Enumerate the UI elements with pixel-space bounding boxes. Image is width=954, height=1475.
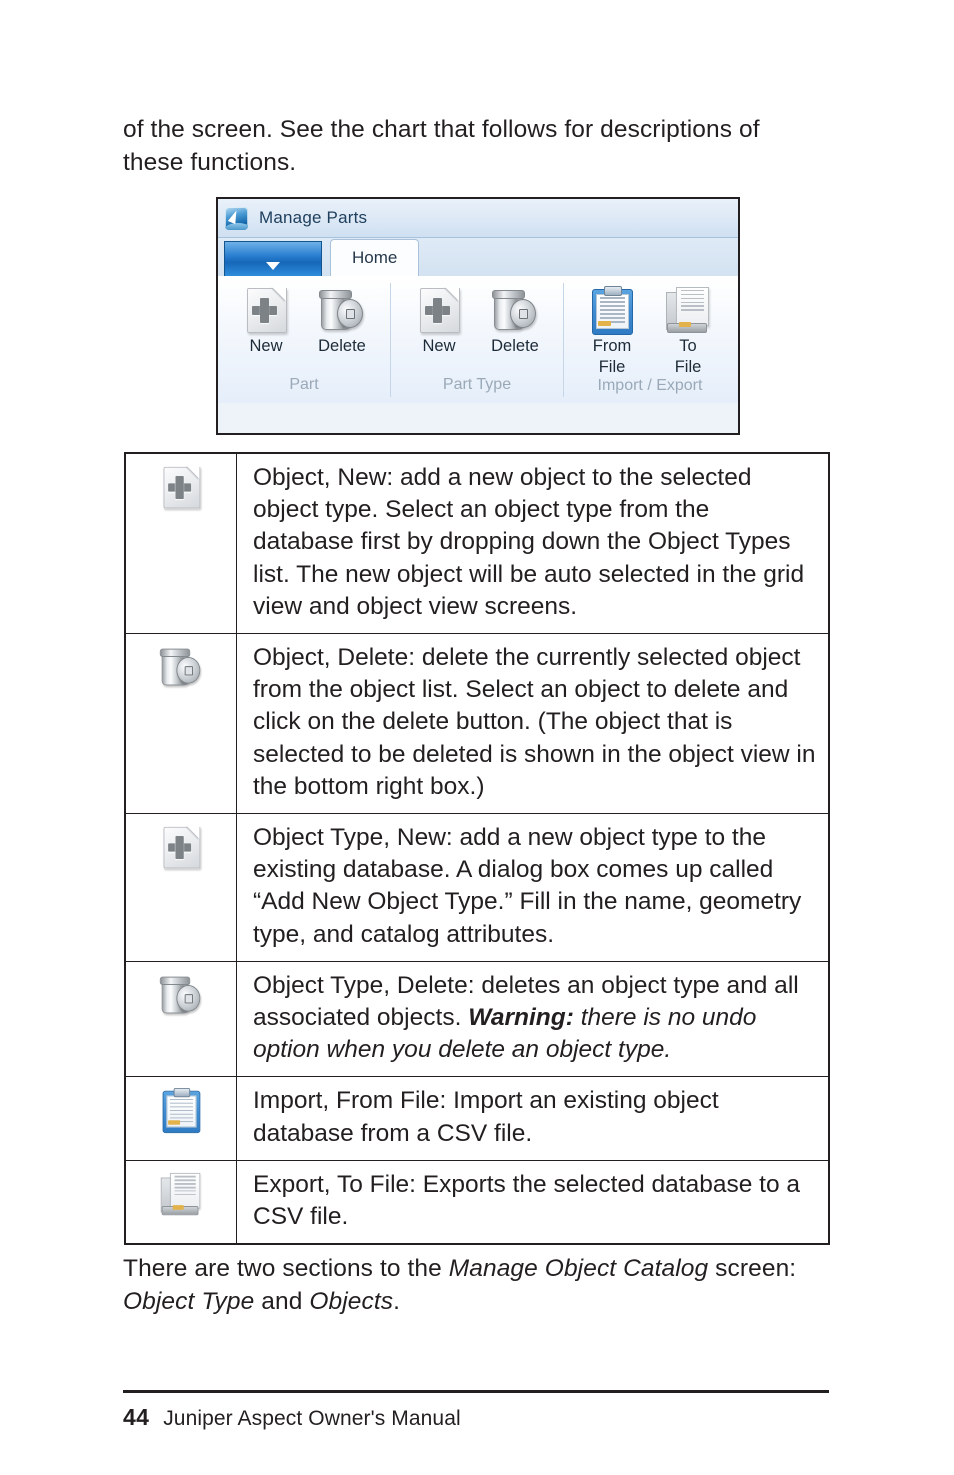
ribbon-group-import-export: From File To File Import / Export [563,283,736,397]
table-row: Object Type, New: add a new object type … [126,814,828,962]
footer-divider [123,1390,829,1393]
ribbon-group-part: New Delete Part [218,283,390,397]
outro-italic-2: Object Type [123,1287,255,1315]
ribbon-button-label-line1: From [592,337,632,355]
table-row: Object, Delete: delete the currently sel… [126,634,828,815]
table-cell-description: Import, From File: Import an existing ob… [253,1087,719,1147]
table-cell-icon [126,634,237,814]
ribbon-button-label: New [422,337,456,355]
ribbon-button-label: Delete [318,337,366,355]
page-number: 44 [123,1404,150,1430]
table-cell-icon [126,961,237,1077]
ribbon-button-label-line2: File [674,358,702,376]
outro-paragraph: There are two sections to the Manage Obj… [123,1253,823,1318]
ribbon-button-from-file[interactable]: From File [574,283,650,377]
outro-part-3: and [254,1287,310,1315]
ribbon-button-part-new[interactable]: New [228,283,304,356]
trash-can-icon [159,645,202,687]
table-cell-description: Object, New: add a new object to the sel… [253,464,805,620]
ribbon-body: New Delete Part New Delete Part Type Fro… [218,276,738,403]
new-document-icon [162,465,201,509]
table-cell-icon [126,1160,237,1244]
table-cell-description: Object, Delete: delete the currently sel… [253,644,816,800]
outro-italic-1: Manage Object Catalog [448,1255,709,1282]
ribbon-group-part-type: New Delete Part Type [390,283,563,397]
table-cell-icon [126,814,237,961]
clipboard-import-icon [162,1088,201,1134]
intro-line-1: of the screen. See the chart that follow… [123,116,733,143]
ribbon-group-label-import-export: Import / Export [597,377,703,394]
ribbon-button-part-type-new[interactable]: New [401,283,477,356]
table-cell-description: Export, To File: Exports the selected da… [253,1170,801,1231]
ribbon-group-label-part-type: Part Type [442,376,512,393]
page-footer: 44 Juniper Aspect Owner's Manual [123,1404,461,1431]
window-titlebar: Manage Parts [218,199,738,238]
table-row: Object Type, Delete: deletes an object t… [126,961,828,1078]
trash-can-icon [492,283,538,335]
outro-part-2: screen: [708,1255,797,1282]
new-document-icon [245,283,287,335]
new-document-icon [162,825,201,869]
ribbon-button-label: New [249,337,283,355]
table-cell-description: Object Type, New: add a new object type … [253,824,802,948]
application-menu-button[interactable] [224,241,322,276]
ribbon-button-label: Delete [491,337,539,355]
function-descriptions-table: Object, New: add a new object to the sel… [124,452,830,1246]
ribbon-button-part-delete[interactable]: Delete [304,283,380,356]
ribbon-button-to-file[interactable]: To File [650,283,726,377]
table-cell-icon [126,1077,237,1160]
trash-can-icon [319,283,365,335]
chevron-down-icon [266,261,280,270]
window-title: Manage Parts [259,208,368,227]
ribbon-tab-row: Home [218,238,738,276]
document-export-icon [666,283,710,335]
app-arrow-icon [225,206,248,230]
ribbon-button-part-type-delete[interactable]: Delete [477,283,553,356]
warning-label: Warning: [468,1004,574,1032]
manage-parts-ribbon-screenshot: Manage Parts Home New Delete Part New De… [216,197,740,435]
outro-part-4: . [393,1287,401,1315]
clipboard-import-icon [592,283,633,335]
trash-can-icon [159,973,202,1015]
outro-italic-3: Objects [309,1287,394,1315]
ribbon-button-label-line2: File [598,358,626,376]
document-export-icon [160,1172,201,1216]
footer-manual-title: Juniper Aspect Owner's Manual [163,1407,461,1430]
table-row: Object, New: add a new object to the sel… [126,454,828,635]
tab-home[interactable]: Home [330,239,420,276]
outro-part-1: There are two sections to the [123,1255,449,1282]
manual-page: of the screen. See the chart that follow… [0,0,954,1475]
table-cell-description: Object Type, Delete: deletes an object t… [237,962,828,1077]
new-document-icon [418,283,460,335]
ribbon-button-label-line1: To [679,337,697,355]
table-cell-icon [126,454,237,634]
ribbon-group-label-part: Part [289,376,319,393]
table-row: Import, From File: Import an existing ob… [126,1077,828,1161]
intro-paragraph: of the screen. See the chart that follow… [123,114,823,179]
table-row: Export, To File: Exports the selected da… [126,1160,828,1244]
